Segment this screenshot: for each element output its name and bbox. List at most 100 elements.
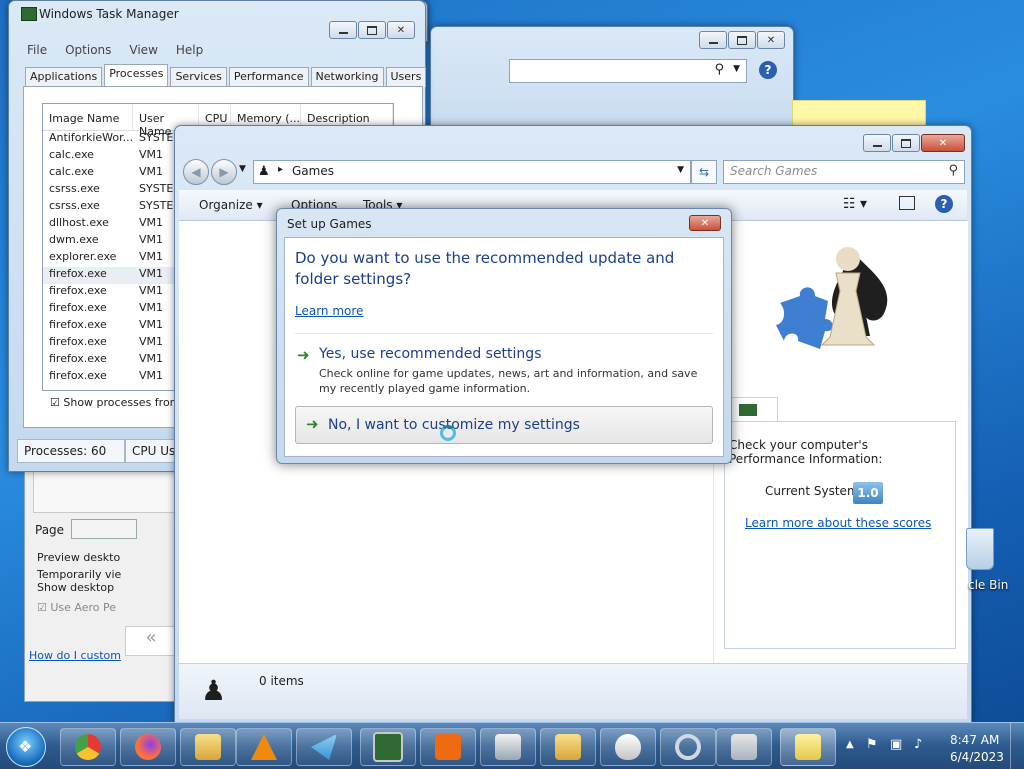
taskbar-computer[interactable] [480,728,536,766]
close-icon: ✕ [766,34,776,46]
minimize-button[interactable] [329,21,357,39]
mouse-icon [615,734,641,760]
process-image-name: firefox.exe [49,318,107,331]
taskbar-pdf[interactable] [420,728,476,766]
dialog-close-button[interactable]: ✕ [689,215,721,231]
dialog-body: Do you want to use the recommended updat… [284,237,724,457]
recent-pages-icon[interactable]: ▼ [239,164,246,174]
perf-info-text: Check your computer's Performance Inform… [729,438,883,466]
maximize-button[interactable] [728,31,756,49]
action-center-icon[interactable]: ⚑ [866,737,878,752]
minimize-button[interactable] [699,31,727,49]
address-dropdown-icon[interactable]: ▼ [677,165,684,175]
computer-icon [495,734,521,760]
menu-view[interactable]: View [119,43,165,57]
taskbar-firefox[interactable] [120,728,176,766]
menu-file[interactable]: File [17,43,55,57]
search-placeholder: Search Games [730,164,818,178]
learn-more-link[interactable]: Learn more [295,304,363,318]
search-input[interactable]: ⚲ ▼ [509,59,747,83]
refresh-button[interactable]: ⇆ [691,160,717,184]
volume-icon[interactable]: ♪ [914,737,922,752]
clock-date[interactable]: 6/4/2023 [950,750,1004,764]
taskbar-explorer[interactable] [180,728,236,766]
tab-processes[interactable]: Processes [104,64,169,88]
refresh-icon: ⇆ [698,165,710,179]
help-icon[interactable]: ? [935,195,953,213]
taskbar-calculator[interactable] [716,728,772,766]
scroll-left-icon[interactable]: « [125,626,177,656]
tab-users[interactable]: Users [385,67,427,87]
clock-time[interactable]: 8:47 AM [950,733,999,747]
process-image-name: calc.exe [49,148,94,161]
taskbar-folder-check[interactable] [540,728,596,766]
page-field[interactable] [71,519,137,539]
search-input[interactable]: Search Games ⚲ [723,160,965,184]
games-info-pane: Check your computer's Performance Inform… [713,221,968,663]
games-logo-icon [776,247,888,349]
process-image-name: firefox.exe [49,284,107,297]
search-icon[interactable]: ⚲ [948,163,958,178]
process-image-name: csrss.exe [49,199,100,212]
organize-label: Organize [199,198,253,212]
tab-services[interactable]: Services [170,67,227,87]
tab-performance[interactable]: Performance [228,67,309,87]
view-options-icon[interactable]: ☷ ▾ [843,196,867,212]
maximize-button[interactable] [892,134,920,152]
show-hidden-icons[interactable]: ▲ [846,739,854,750]
performance-options-window[interactable]: Page Preview deskto Temporarily vie Show… [24,460,177,702]
process-image-name: dwm.exe [49,233,99,246]
menu-help[interactable]: Help [166,43,211,57]
recycle-bin-icon[interactable] [966,528,994,570]
back-button[interactable]: ◀ [183,159,209,185]
taskbar-task-manager[interactable] [360,728,416,766]
minimize-button[interactable] [863,134,891,152]
process-image-name: firefox.exe [49,352,107,365]
taskbar-telegram[interactable] [296,728,352,766]
network-icon[interactable]: ▣ [890,737,902,752]
organize-menu[interactable]: Organize ▾ [199,198,263,212]
menu-options[interactable]: Options [55,43,119,57]
close-button[interactable]: ✕ [757,31,785,49]
customize-link[interactable]: How do I custom [29,649,121,662]
back-arrow-icon: ◀ [191,165,201,179]
divider [295,333,713,334]
use-aero-checkbox[interactable]: ☑ Use Aero Pe [37,601,116,614]
customize-settings-option[interactable]: ➜ No, I want to customize my settings [295,406,713,444]
vlc-icon [251,734,277,760]
folder-icon [195,734,221,760]
preview-pane-icon[interactable] [899,196,915,210]
start-button[interactable]: ❖ [6,727,46,767]
recycle-bin-label[interactable]: cle Bin [968,578,1008,592]
close-button[interactable]: ✕ [387,21,415,39]
process-image-name: csrss.exe [49,182,100,195]
show-desktop-button[interactable] [1010,723,1024,769]
taskbar-search[interactable] [660,728,716,766]
process-image-name: AntiforkieWor... [49,131,133,144]
taskbar-mouse[interactable] [600,728,656,766]
learn-scores-link[interactable]: Learn more about these scores [745,516,931,530]
magnifier-icon [675,734,701,760]
column-image-name[interactable]: Image Name [43,104,133,130]
task-manager-icon [373,732,403,762]
firefox-icon [135,734,161,760]
pdf-icon [435,734,461,760]
taskbar-vlc[interactable] [236,728,292,766]
taskbar-chrome[interactable] [60,728,116,766]
forward-button[interactable]: ▶ [211,159,237,185]
tab-applications[interactable]: Applications [25,67,103,87]
taskbar-games[interactable] [780,728,836,766]
details-pane: ♟ 0 items [179,663,967,719]
option-yes-description: Check online for game updates, news, art… [319,367,698,395]
process-image-name: explorer.exe [49,250,117,263]
setup-games-dialog[interactable]: Set up Games ✕ Do you want to use the re… [276,208,732,464]
maximize-button[interactable] [358,21,386,39]
close-icon: ✕ [396,24,406,36]
perf-tab[interactable] [728,397,778,422]
tab-networking[interactable]: Networking [310,67,384,87]
recommended-settings-option[interactable]: ➜ Yes, use recommended settings Check on… [295,346,713,398]
close-button[interactable]: ✕ [921,134,965,152]
address-bar[interactable]: ♟ ▸ Games ▼ [253,160,691,184]
breadcrumb-games[interactable]: Games [292,164,334,178]
help-icon[interactable]: ? [759,61,777,79]
